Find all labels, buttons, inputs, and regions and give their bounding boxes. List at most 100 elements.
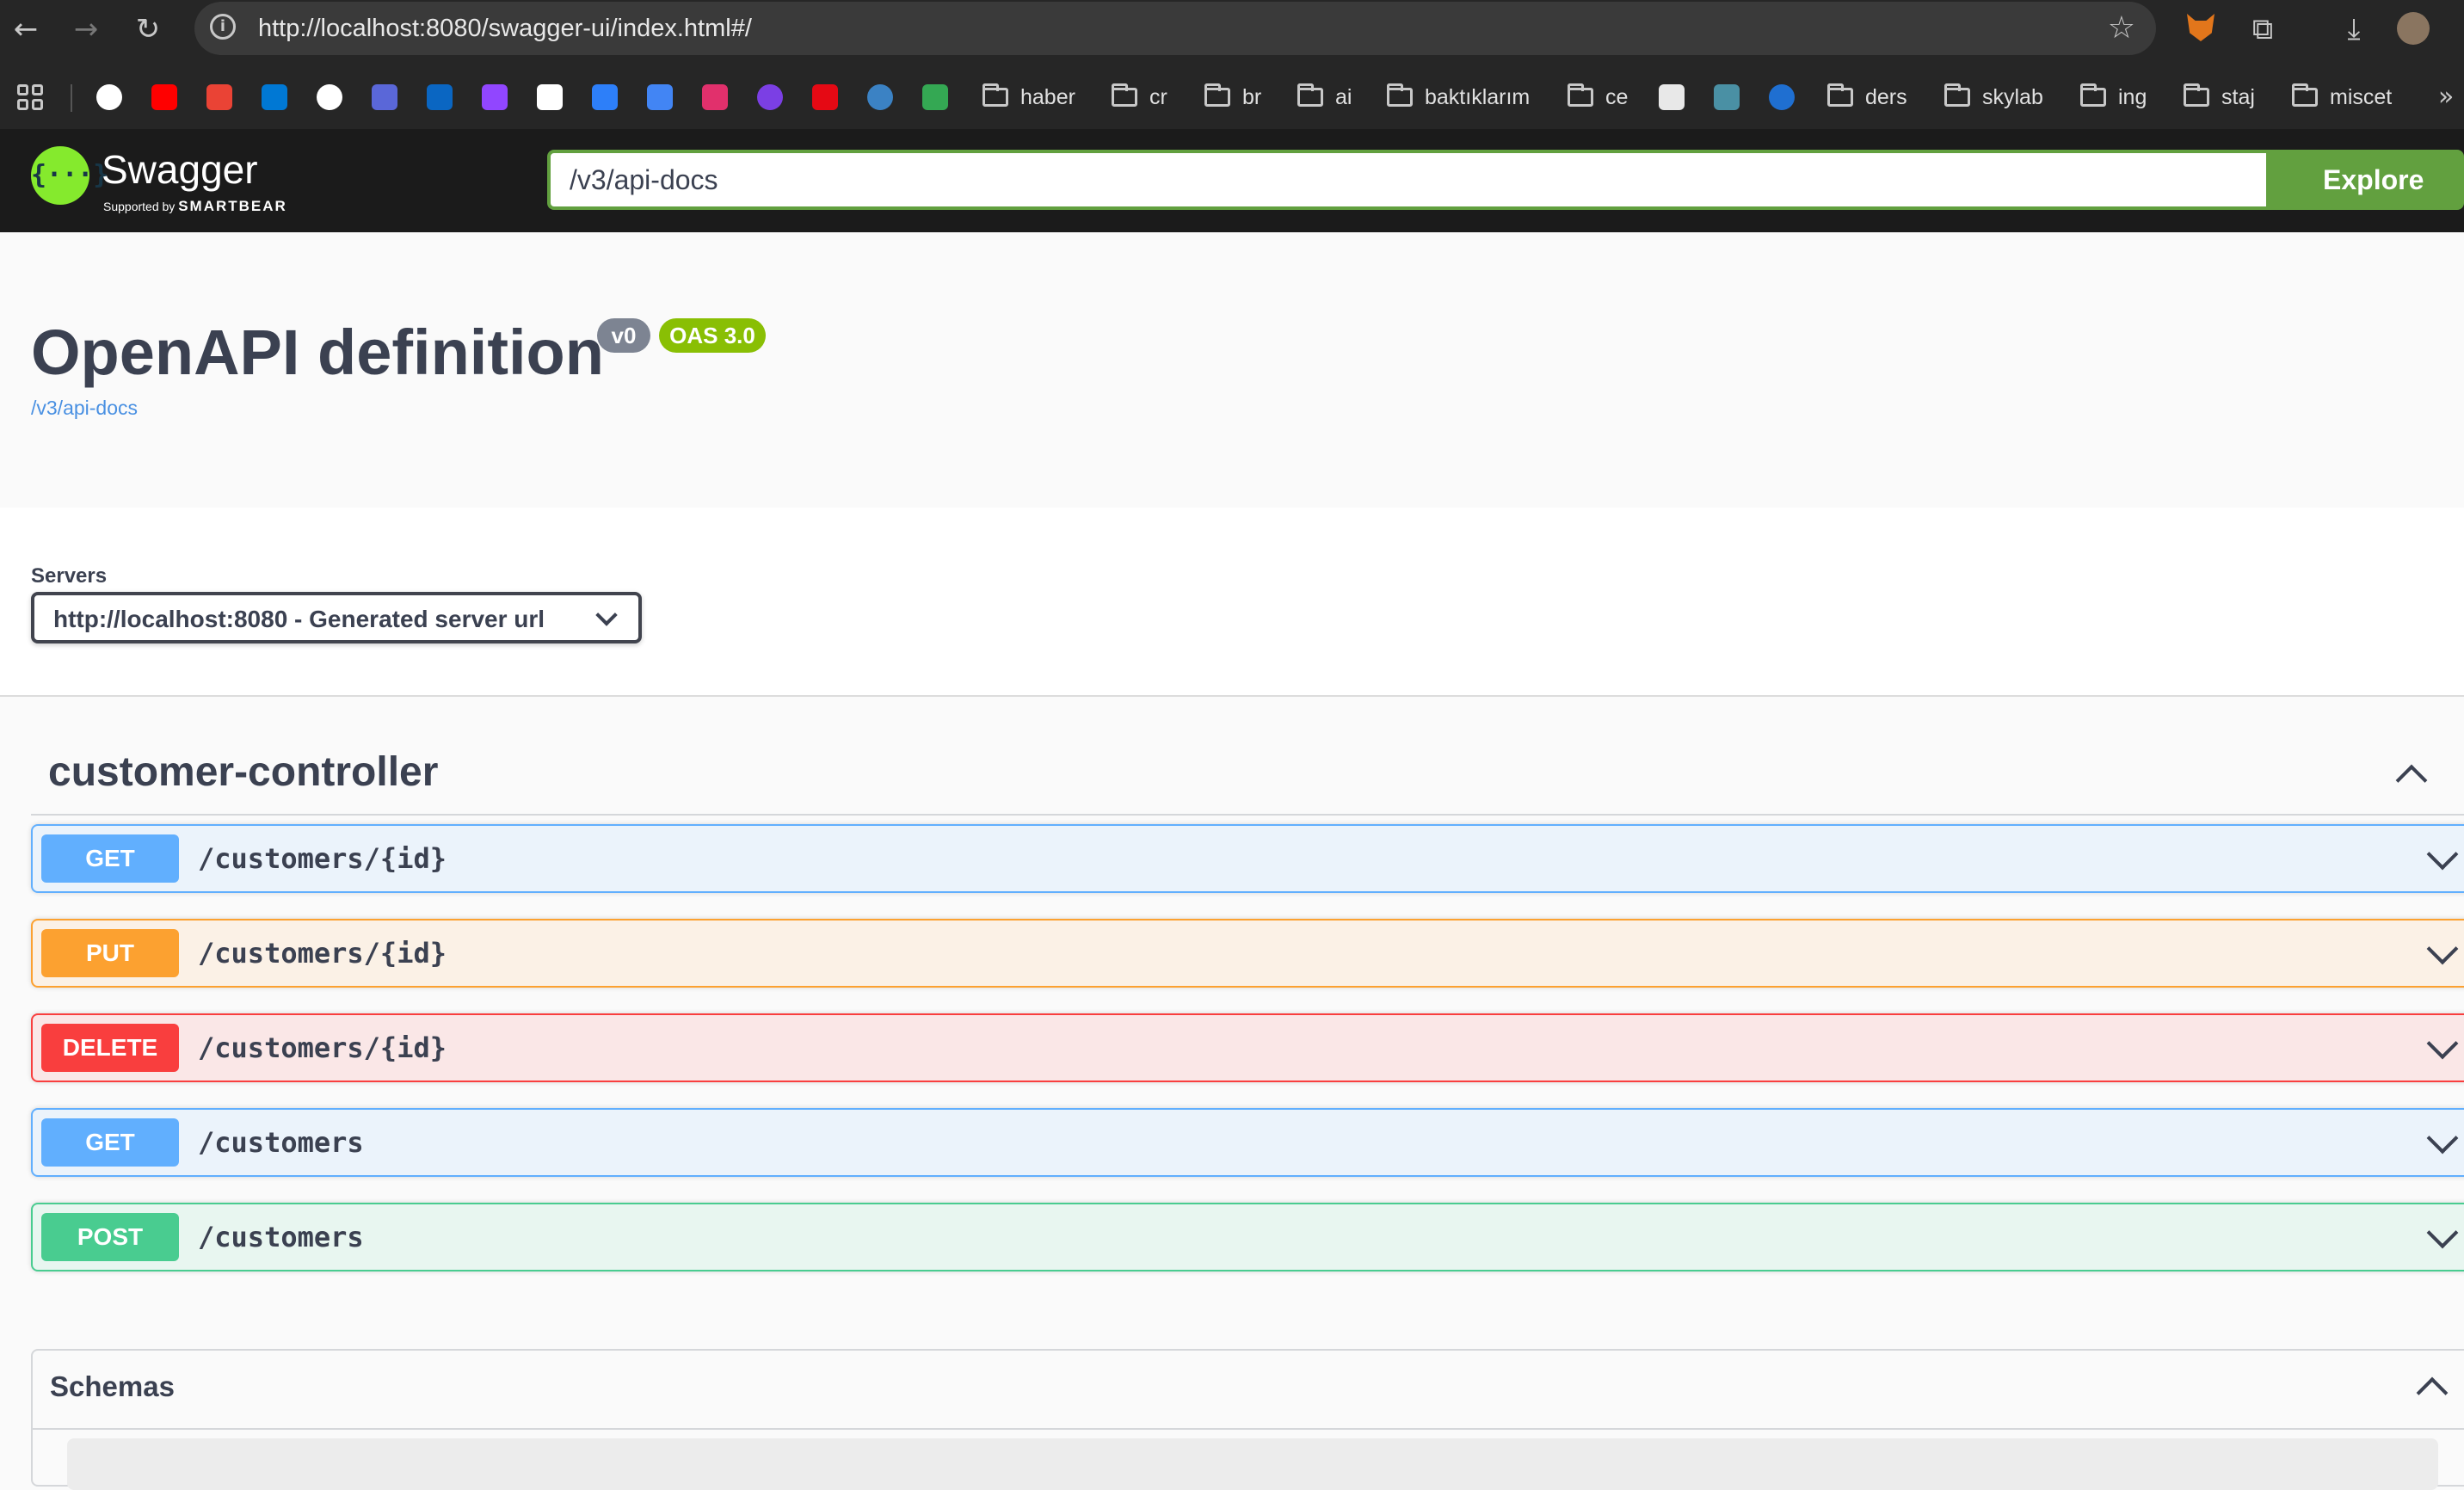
bookmark-star-icon[interactable]: ☆ (2108, 10, 2135, 46)
version-badge: v0 (597, 318, 650, 353)
chevron-down-icon[interactable] (2426, 1216, 2459, 1249)
operation-get-customer-by-id[interactable]: GET /customers/{id} (31, 824, 2464, 893)
outlook-icon[interactable] (262, 84, 287, 110)
page-title: OpenAPI definition (31, 317, 604, 388)
gmail-icon[interactable] (206, 84, 232, 110)
bookmark-favicon-1[interactable] (96, 84, 122, 110)
chevron-up-icon[interactable] (2416, 1376, 2449, 1409)
todo-icon[interactable] (592, 84, 618, 110)
bookmark-folder[interactable]: ders (1827, 81, 1907, 114)
folder-icon (1204, 83, 1230, 107)
bookmark-favicon-13[interactable] (757, 84, 783, 110)
back-icon[interactable]: ← (9, 12, 43, 46)
servers-select[interactable]: http://localhost:8080 - Generated server… (31, 592, 642, 643)
bookmark-folder[interactable]: staj (2184, 81, 2255, 114)
apps-grid-icon[interactable] (17, 84, 43, 110)
tag-header[interactable]: customer-controller (31, 735, 2464, 816)
folder-icon (1944, 83, 1970, 107)
bookmark-folder[interactable]: br (1204, 81, 1261, 114)
operation-path: /customers (198, 1126, 364, 1159)
x-icon[interactable] (537, 84, 563, 110)
bookmark-favicon-6[interactable] (372, 84, 397, 110)
youtube-icon[interactable] (151, 84, 177, 110)
operation-post-customer[interactable]: POST /customers (31, 1203, 2464, 1271)
metamask-extension-icon[interactable] (2187, 14, 2215, 41)
chevron-up-icon[interactable] (2395, 764, 2428, 797)
bookmark-folder[interactable]: haber (983, 81, 1075, 114)
spec-url-input[interactable] (547, 150, 2266, 210)
google-drive-icon[interactable] (922, 84, 948, 110)
tag-title: customer-controller (48, 749, 439, 795)
folder-icon (2184, 83, 2209, 107)
operation-path: /customers/{id} (198, 842, 447, 875)
operation-put-customer[interactable]: PUT /customers/{id} (31, 919, 2464, 988)
swagger-logo-icon[interactable]: {···} (31, 146, 108, 205)
address-bar[interactable]: i http://localhost:8080/swagger-ui/index… (194, 2, 2156, 55)
folder-icon (2080, 83, 2106, 107)
bookmark-folder[interactable]: miscet (2292, 81, 2392, 114)
folder-icon (1297, 83, 1323, 107)
servers-label: Servers (31, 564, 108, 588)
bookmark-folder[interactable]: ing (2080, 81, 2147, 114)
explore-button[interactable]: Explore (2266, 150, 2464, 210)
servers-section: Servers http://localhost:8080 - Generate… (0, 508, 2464, 697)
operation-path: /customers/{id} (198, 1031, 447, 1064)
download-icon[interactable]: ⤓ (2335, 10, 2373, 48)
netflix-icon[interactable] (812, 84, 838, 110)
address-url[interactable]: http://localhost:8080/swagger-ui/index.h… (258, 14, 752, 43)
bookmark-folder[interactable]: skylab (1944, 81, 2043, 114)
folder-icon (2292, 83, 2318, 107)
chevron-down-icon[interactable] (2426, 838, 2459, 871)
folder-icon (1387, 83, 1413, 107)
site-info-icon[interactable]: i (210, 14, 236, 40)
twitch-icon[interactable] (482, 84, 508, 110)
swagger-topbar: {···} Swagger Supported by SMARTBEAR Exp… (0, 129, 2464, 232)
swagger-logo-name: Swagger (102, 147, 258, 192)
more-bookmarks-icon[interactable]: » (2438, 81, 2454, 114)
api-info: OpenAPI definition v0 OAS 3.0 /v3/api-do… (0, 232, 2464, 508)
profile-avatar[interactable] (2397, 12, 2430, 45)
method-badge: POST (41, 1213, 179, 1261)
reload-icon[interactable]: ↻ (131, 12, 165, 46)
bookmark-folder[interactable]: cr (1112, 81, 1167, 114)
bookmark-folder[interactable]: ce (1568, 81, 1628, 114)
folder-icon (1827, 83, 1853, 107)
operation-get-customers[interactable]: GET /customers (31, 1108, 2464, 1177)
bookmarks-bar: haber cr br ai baktıklarım ce ders skyla… (0, 72, 2464, 122)
operation-delete-customer[interactable]: DELETE /customers/{id} (31, 1013, 2464, 1082)
translate-icon[interactable] (647, 84, 673, 110)
chevron-down-icon[interactable] (2426, 933, 2459, 965)
extensions-icon[interactable]: ⧉ (2244, 10, 2282, 48)
schemas-section: Schemas (31, 1349, 2464, 1490)
servers-selected-value: http://localhost:8080 - Generated server… (53, 606, 545, 632)
browser-toolbar: ← → ↻ i http://localhost:8080/swagger-ui… (0, 0, 2464, 58)
schema-item[interactable] (67, 1438, 2438, 1490)
chatgpt-icon[interactable] (317, 84, 342, 110)
operation-path: /customers (198, 1221, 364, 1253)
method-badge: GET (41, 834, 179, 883)
method-badge: PUT (41, 929, 179, 977)
method-badge: DELETE (41, 1024, 179, 1072)
bookmark-favicon-23[interactable] (1714, 84, 1740, 110)
method-badge: GET (41, 1118, 179, 1167)
bookmark-separator (71, 84, 72, 112)
browser-chrome: ← → ↻ i http://localhost:8080/swagger-ui… (0, 0, 2464, 129)
forward-icon[interactable]: → (69, 12, 103, 46)
spec-link[interactable]: /v3/api-docs (31, 396, 138, 420)
chevron-down-icon (595, 604, 618, 626)
divider (33, 1428, 2464, 1430)
chevron-down-icon[interactable] (2426, 1122, 2459, 1154)
schemas-title[interactable]: Schemas (50, 1370, 175, 1404)
swagger-logo-subtitle: Supported by SMARTBEAR (103, 198, 287, 214)
oas-badge: OAS 3.0 (659, 318, 766, 353)
folder-icon (1568, 83, 1593, 107)
operation-path: /customers/{id} (198, 937, 447, 970)
bookmark-folder[interactable]: baktıklarım (1387, 81, 1530, 114)
instagram-icon[interactable] (702, 84, 728, 110)
linkedin-icon[interactable] (427, 84, 453, 110)
bookmark-favicon-15[interactable] (867, 84, 893, 110)
bookmark-folder[interactable]: ai (1297, 81, 1352, 114)
chevron-down-icon[interactable] (2426, 1027, 2459, 1060)
bookmark-favicon-22[interactable] (1659, 84, 1685, 110)
bookmark-favicon-24[interactable] (1769, 84, 1795, 110)
